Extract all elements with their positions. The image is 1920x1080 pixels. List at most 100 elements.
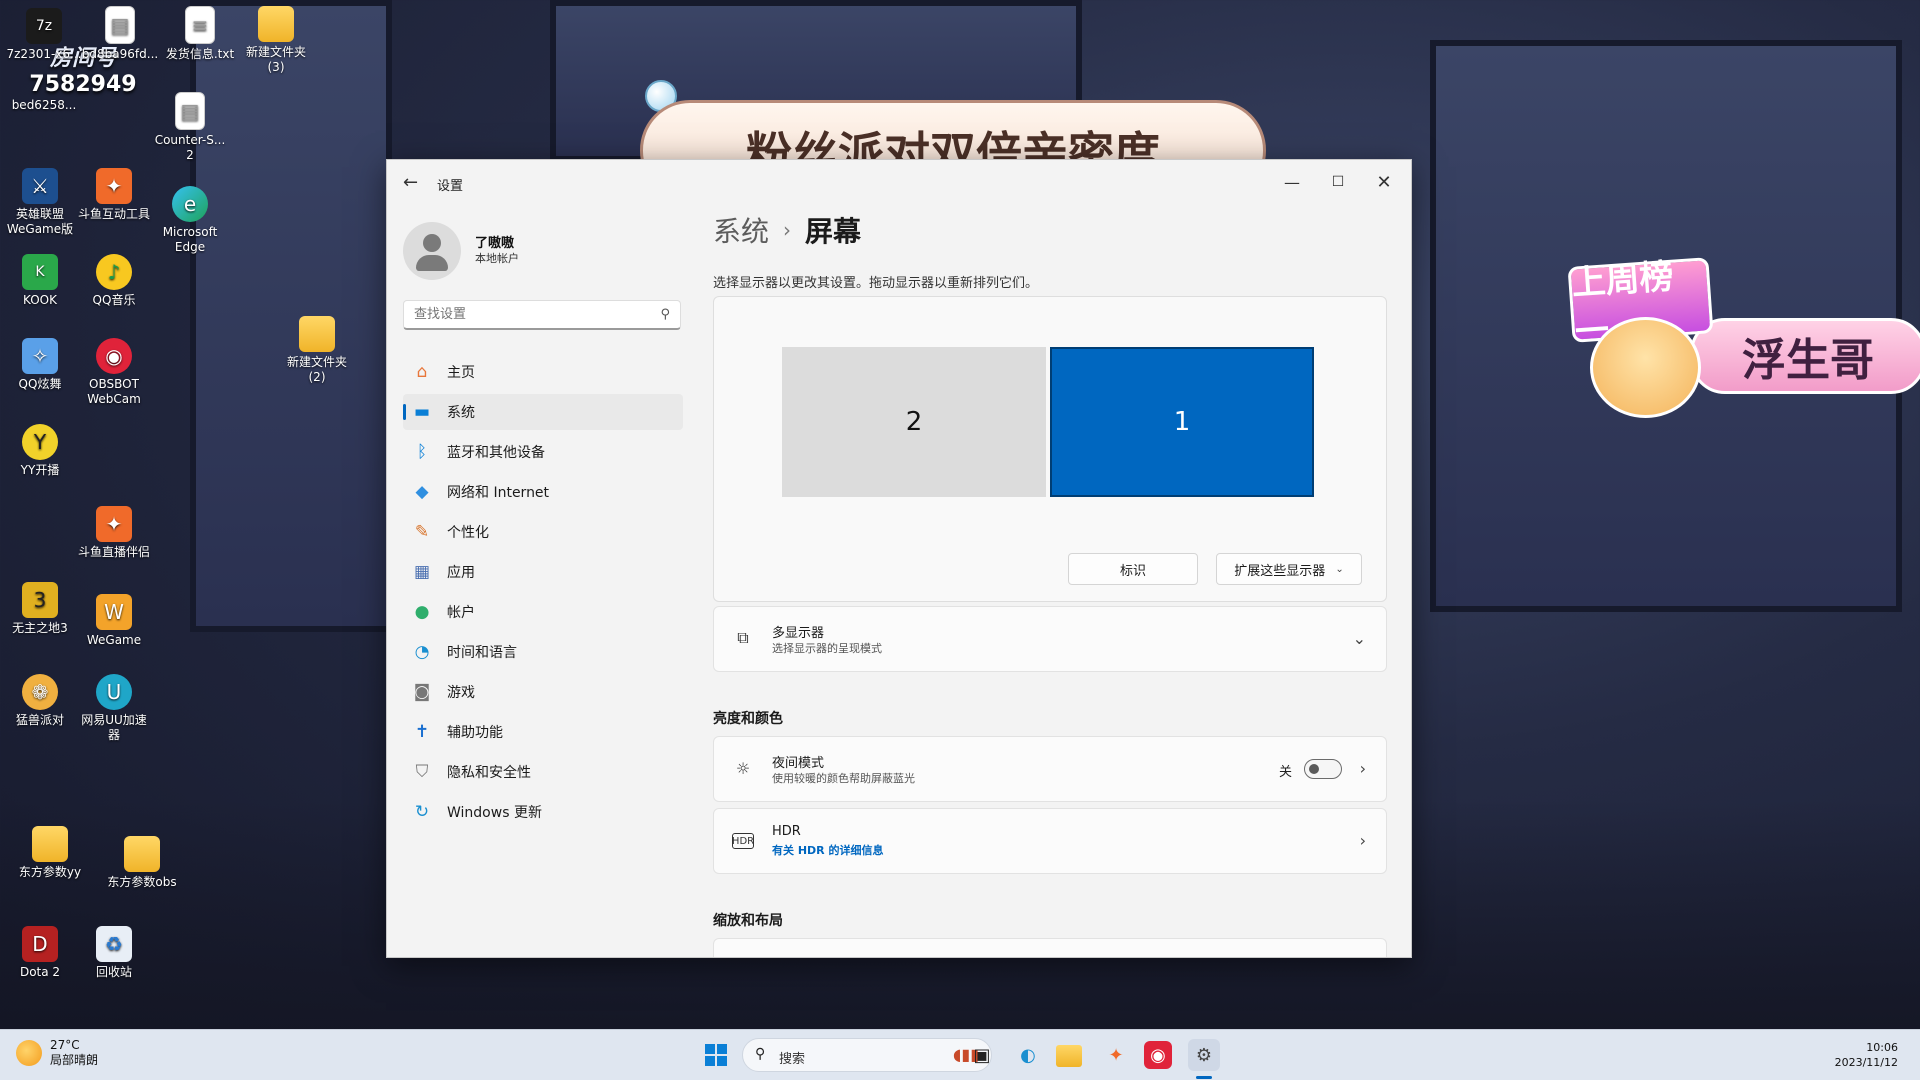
file-explorer-icon[interactable] — [1056, 1045, 1082, 1067]
monitor-2[interactable]: 2 — [782, 347, 1046, 497]
hdr-card[interactable]: HDR HDR 有关 HDR 的详细信息 › — [713, 808, 1387, 874]
desktop-icon-borderlands[interactable]: 3 无主之地3 — [0, 582, 80, 636]
settings-window: ← 设置 — ☐ ✕ 了嗷嗷 本地帐户 ⚲ ⌂ 主页 ▬ 系统 ᛒ 蓝牙和其他设备 ◆ 网络和… — [386, 159, 1412, 958]
sidebar-item-wifi[interactable]: ◆ 网络和 Internet — [403, 474, 683, 510]
desktop-icon-label: KOOK — [23, 293, 57, 307]
sidebar-item-label: 系统 — [447, 405, 475, 421]
hdr-info-link[interactable]: 有关 HDR 的详细信息 — [772, 842, 883, 858]
desktop-icon-uu[interactable]: U 网易UU加速 器 — [74, 674, 154, 743]
desktop-icon-file[interactable]: ▤ bd8ba96fd... — [80, 6, 160, 62]
user-profile[interactable]: 了嗷嗷 本地帐户 — [403, 222, 519, 280]
desktop-icon-dota2[interactable]: D Dota 2 — [0, 926, 80, 980]
weather-widget[interactable]: 27°C 局部晴朗 — [16, 1038, 98, 1068]
settings-taskbar-icon[interactable]: ⚙ — [1188, 1039, 1220, 1071]
home-icon: ⌂ — [416, 362, 428, 382]
maximize-button[interactable]: ☐ — [1315, 166, 1361, 198]
desktop-icon-bed[interactable]: bed6258... — [4, 98, 84, 113]
sidebar-item-gamepad[interactable]: ◙ 游戏 — [403, 674, 683, 710]
desktop-icon-obsbot[interactable]: ◉ OBSBOT WebCam — [74, 338, 154, 407]
wegame-icon: W — [96, 594, 132, 630]
multi-monitor-icon: ⧉ — [737, 628, 749, 647]
folder-icon — [299, 316, 335, 352]
desktop-icon-wegame[interactable]: W WeGame — [74, 594, 154, 648]
sidebar-item-system[interactable]: ▬ 系统 — [403, 394, 683, 430]
edge-icon: e — [172, 186, 208, 222]
desktop-icon-qqdance[interactable]: ✧ QQ炫舞 — [0, 338, 80, 392]
sidebar-item-label: 游戏 — [447, 685, 475, 701]
sidebar-item-account[interactable]: ● 帐户 — [403, 594, 683, 630]
back-arrow-icon[interactable]: ← — [403, 172, 423, 193]
minimize-button[interactable]: — — [1269, 166, 1315, 198]
extend-displays-dropdown[interactable]: 扩展这些显示器 ⌄ — [1216, 553, 1362, 585]
edge-taskbar-icon[interactable]: ◐ — [1012, 1039, 1044, 1071]
night-light-state: 关 — [1278, 765, 1292, 780]
desktop-icon-label: 斗鱼直播伴侣 — [77, 545, 150, 559]
sidebar-item-clock-globe[interactable]: ◔ 时间和语言 — [403, 634, 683, 670]
night-light-subtitle: 使用较暖的颜色帮助屏蔽蓝光 — [772, 772, 915, 785]
douyu-taskbar-icon[interactable]: ✦ — [1100, 1039, 1132, 1071]
shield-icon: ⛉ — [415, 762, 429, 782]
hdr-icon: HDR — [732, 833, 754, 849]
desktop-icon-label: 网易UU加速 器 — [81, 713, 147, 742]
multi-display-card[interactable]: ⧉ 多显示器 选择显示器的呈现模式 ⌄ — [713, 606, 1387, 672]
display-description: 选择显示器以更改其设置。拖动显示器以重新排列它们。 — [713, 276, 1039, 291]
desktop-icon-edge[interactable]: e Microsoft Edge — [150, 186, 230, 255]
system-icon: ▬ — [413, 402, 431, 422]
system-clock[interactable]: 10:06 2023/11/12 — [1835, 1040, 1898, 1070]
task-view-icon[interactable]: ▣ — [966, 1039, 998, 1071]
night-light-card[interactable]: ☼ 夜间模式 使用较暖的颜色帮助屏蔽蓝光 关 › — [713, 736, 1387, 802]
sidebar-item-update[interactable]: ↻ Windows 更新 — [403, 794, 683, 830]
desktop-icon-folder-2[interactable]: 新建文件夹 (2) — [277, 316, 357, 385]
bluetooth-icon: ᛒ — [416, 442, 428, 462]
sidebar-item-label: 个性化 — [447, 525, 489, 541]
settings-search[interactable]: ⚲ — [403, 300, 681, 330]
desktop-icon-kook[interactable]: K KOOK — [0, 254, 80, 308]
desktop-icon-yy[interactable]: Y YY开播 — [0, 424, 80, 478]
night-light-toggle[interactable] — [1304, 759, 1342, 779]
sidebar-item-bluetooth[interactable]: ᛒ 蓝牙和其他设备 — [403, 434, 683, 470]
user-account-type: 本地帐户 — [475, 252, 519, 265]
sidebar-item-shield[interactable]: ⛉ 隐私和安全性 — [403, 754, 683, 790]
desktop-icon-counter-strike[interactable]: ▤ Counter-S... 2 — [150, 92, 230, 163]
borderlands-icon: 3 — [22, 582, 58, 618]
sidebar-item-home[interactable]: ⌂ 主页 — [403, 354, 683, 390]
sidebar-item-accessibility[interactable]: ✝ 辅助功能 — [403, 714, 683, 750]
desktop-icon-label: 无主之地3 — [12, 621, 68, 635]
search-input[interactable] — [404, 301, 654, 328]
desktop-icon-folder-3[interactable]: 新建文件夹 (3) — [236, 6, 316, 75]
sidebar-item-label: 辅助功能 — [447, 725, 503, 741]
window-title: 设置 — [437, 179, 464, 194]
desktop-icon-douyu-tool[interactable]: ✦ 斗鱼互动工具 — [74, 168, 154, 222]
desktop-icon-folder-yy[interactable]: 东方参数yy — [10, 826, 90, 880]
desktop-icon-party-animals[interactable]: ❁ 猛兽派对 — [0, 674, 80, 728]
room-number: 7582949 — [29, 72, 137, 97]
monitor-1[interactable]: 1 — [1050, 347, 1314, 497]
desktop-icon-douyu-live[interactable]: ✦ 斗鱼直播伴侣 — [74, 506, 154, 560]
obsbot-taskbar-icon[interactable]: ◉ — [1144, 1041, 1172, 1069]
taskbar-search-label: 搜索 — [779, 1052, 806, 1067]
chevron-down-icon: ⌄ — [1335, 563, 1344, 575]
apps-icon: ▦ — [413, 562, 431, 582]
desktop-icon-folder-obs[interactable]: 东方参数obs — [102, 836, 182, 890]
sidebar: 了嗷嗷 本地帐户 ⚲ ⌂ 主页 ▬ 系统 ᛒ 蓝牙和其他设备 ◆ 网络和 Internet ✎ 个… — [387, 204, 687, 957]
desktop-icon-label: bd8ba96fd... — [81, 47, 159, 61]
desktop-icon-label: 斗鱼互动工具 — [77, 207, 150, 221]
identify-button[interactable]: 标识 — [1068, 553, 1198, 585]
sidebar-item-label: 时间和语言 — [447, 645, 517, 661]
scale-card[interactable] — [713, 938, 1387, 957]
sidebar-item-brush[interactable]: ✎ 个性化 — [403, 514, 683, 550]
chevron-down-icon: ⌄ — [1352, 629, 1366, 648]
close-button[interactable]: ✕ — [1361, 166, 1407, 198]
desktop-icon-recycle-bin[interactable]: ♻ 回收站 — [74, 926, 154, 980]
start-button[interactable] — [700, 1039, 732, 1071]
desktop-icon-qqmusic[interactable]: ♪ QQ音乐 — [74, 254, 154, 308]
sidebar-item-label: 应用 — [447, 565, 475, 581]
desktop-icon-7zip[interactable]: 7z 7z2301-x6... — [4, 8, 84, 62]
sidebar-item-apps[interactable]: ▦ 应用 — [403, 554, 683, 590]
update-icon: ↻ — [414, 802, 430, 822]
desktop-icon-label: QQ炫舞 — [18, 377, 62, 391]
taskbar-search[interactable]: ⚲ 搜索 ◖▮▮ — [742, 1038, 992, 1072]
breadcrumb-system[interactable]: 系统 — [713, 215, 769, 248]
desktop-icon-lol[interactable]: ⚔ 英雄联盟 WeGame版 — [0, 168, 80, 237]
desktop-icon-txt[interactable]: ≡ 发货信息.txt — [160, 6, 240, 62]
